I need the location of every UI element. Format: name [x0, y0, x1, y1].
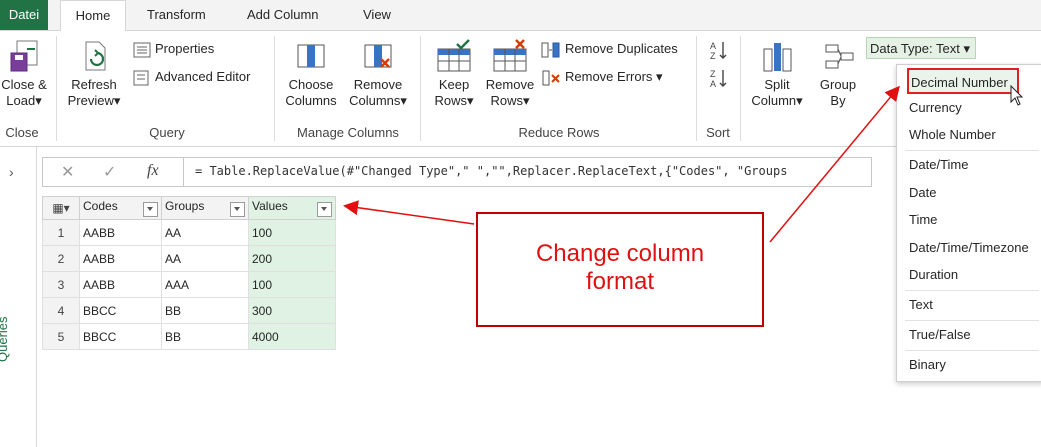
- arrow-to-values-column: [343, 200, 475, 225]
- annotation-arrows: [343, 85, 900, 243]
- arrow-to-decimal-number: [769, 85, 900, 243]
